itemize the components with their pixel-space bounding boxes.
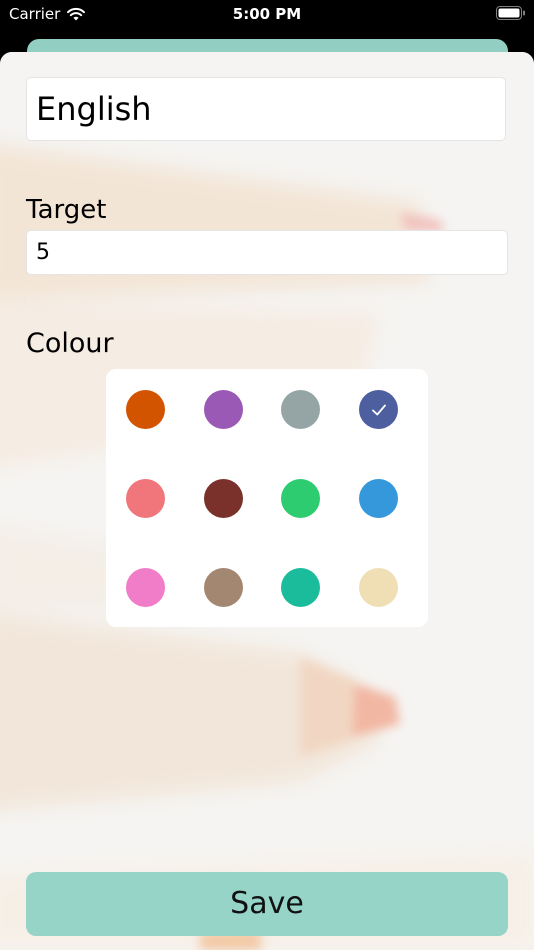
save-button[interactable]: Save (26, 872, 508, 936)
status-time: 5:00 PM (232, 5, 302, 23)
colour-label: Colour (26, 328, 114, 359)
subject-name-input[interactable]: English (26, 77, 506, 141)
target-input[interactable]: 5 (26, 230, 508, 275)
app-screen: Carrier 5:00 PM English Target 5 Colour … (0, 0, 534, 950)
colour-swatch-teal[interactable] (281, 568, 320, 607)
colour-swatch-cream[interactable] (359, 568, 398, 607)
battery-icon (496, 6, 525, 20)
colour-swatch-salmon[interactable] (126, 479, 165, 518)
colour-swatch-purple[interactable] (204, 390, 243, 429)
colour-swatch-green[interactable] (281, 479, 320, 518)
edit-sheet: English Target 5 Colour Save (0, 52, 534, 950)
colour-swatch-orange[interactable] (126, 390, 165, 429)
target-label: Target (26, 195, 107, 225)
colour-swatch-indigo[interactable] (359, 390, 398, 429)
colour-swatch-maroon[interactable] (204, 479, 243, 518)
colour-swatch-gray[interactable] (281, 390, 320, 429)
colour-swatch-pink[interactable] (126, 568, 165, 607)
colour-swatch-blue[interactable] (359, 479, 398, 518)
colour-swatch-taupe[interactable] (204, 568, 243, 607)
colour-palette (106, 369, 428, 627)
status-bar: Carrier 5:00 PM (0, 0, 534, 30)
checkmark-icon (371, 404, 386, 415)
